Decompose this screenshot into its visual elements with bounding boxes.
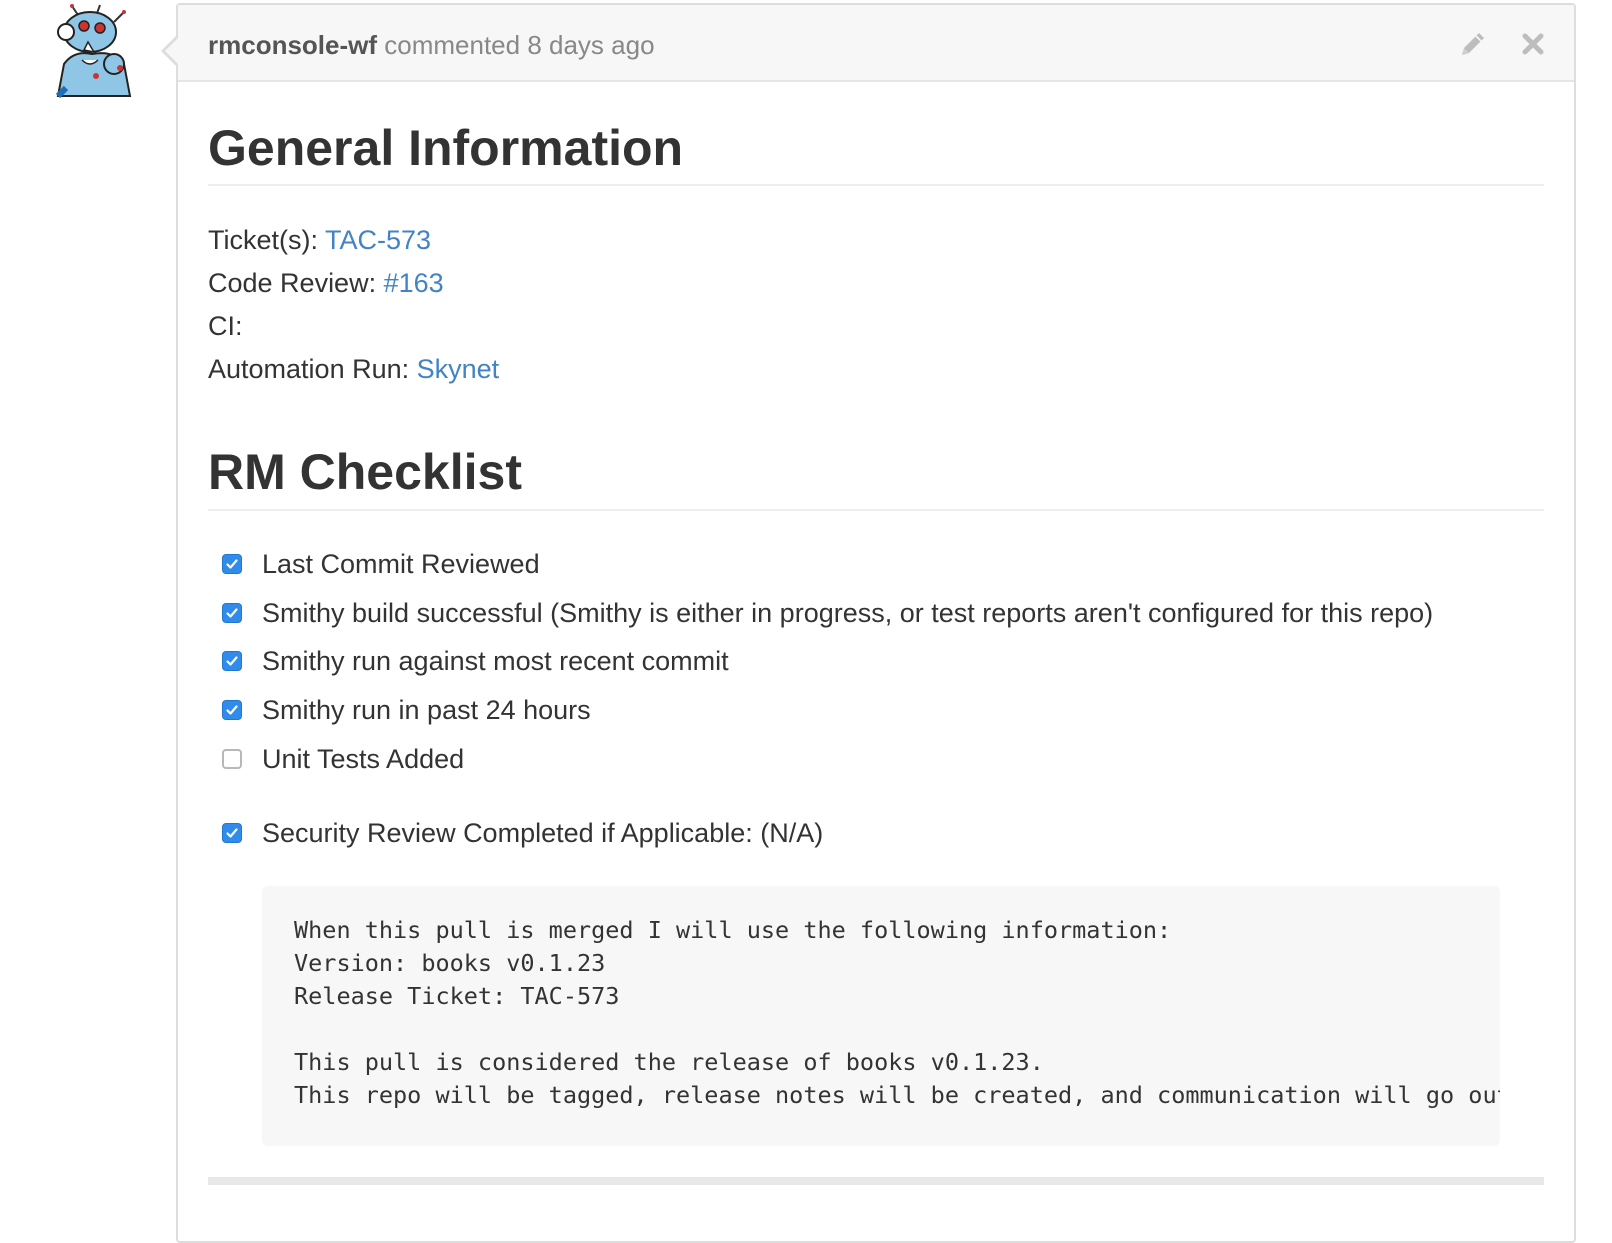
checklist-item-label: Last Commit Reviewed [262, 548, 540, 579]
checklist-item-label: Unit Tests Added [262, 743, 465, 774]
checkmark-icon [226, 705, 238, 715]
ticket-line: Ticket(s): TAC-573 [208, 223, 431, 257]
checklist-item: Smithy run against most recent commit [222, 641, 729, 681]
checklist-item: Unit Tests Added [222, 739, 464, 779]
code-review-line: Code Review: #163 [208, 266, 444, 300]
checklist-item: Security Review Completed if Applicable:… [222, 813, 823, 853]
checklist-item-label: Security Review Completed if Applicable:… [262, 817, 824, 848]
checkbox[interactable] [222, 700, 242, 720]
checkmark-icon [226, 608, 238, 618]
checkmark-icon [226, 828, 238, 838]
pencil-icon [1462, 33, 1484, 55]
automation-run-label: Automation Run: [208, 354, 417, 384]
comment-box: rmconsole-wf commented 8 days ago Genera… [161, 3, 1576, 1243]
heading-divider [208, 184, 1544, 186]
checkmark-icon [226, 559, 238, 569]
automation-run-line: Automation Run: Skynet [208, 352, 499, 386]
checkbox[interactable] [222, 603, 242, 623]
checklist-item: Smithy run in past 24 hours [222, 690, 591, 730]
close-icon [1522, 33, 1544, 55]
checkmark-icon [226, 656, 238, 666]
general-information-heading: General Information [208, 120, 684, 176]
checklist-item: Smithy build successful (Smithy is eithe… [222, 593, 1433, 633]
comment-author[interactable]: rmconsole-wf [208, 30, 377, 60]
rm-checklist-heading: RM Checklist [208, 444, 522, 500]
footer-divider [208, 1177, 1544, 1185]
checklist-item-label: Smithy run against most recent commit [262, 645, 729, 676]
code-review-link[interactable]: #163 [384, 268, 444, 298]
edit-comment-button[interactable] [1456, 27, 1490, 61]
ticket-link[interactable]: TAC-573 [325, 225, 431, 255]
comment-timestamp[interactable]: commented 8 days ago [377, 30, 654, 60]
ci-line: CI: [208, 309, 243, 343]
checkbox[interactable] [222, 823, 242, 843]
code-review-label: Code Review: [208, 268, 384, 298]
delete-comment-button[interactable] [1516, 27, 1550, 61]
comment-arrow-inner [165, 37, 179, 65]
comment-actions [1456, 27, 1550, 61]
checklist-item-label: Smithy build successful (Smithy is eithe… [262, 597, 1434, 628]
checkbox[interactable] [222, 554, 242, 574]
comment-meta: rmconsole-wf commented 8 days ago [208, 29, 655, 61]
checkbox[interactable] [222, 651, 242, 671]
heading-divider [208, 509, 1544, 511]
avatar[interactable] [44, 4, 140, 100]
automation-run-link[interactable]: Skynet [417, 354, 500, 384]
ci-label: CI: [208, 311, 243, 341]
ticket-label: Ticket(s): [208, 225, 326, 255]
checkbox[interactable] [222, 749, 242, 769]
checklist-item-label: Smithy run in past 24 hours [262, 694, 591, 725]
release-info-code-block: When this pull is merged I will use the … [262, 886, 1500, 1146]
comment-header: rmconsole-wf commented 8 days ago [178, 5, 1574, 82]
checklist-item: Last Commit Reviewed [222, 544, 540, 584]
